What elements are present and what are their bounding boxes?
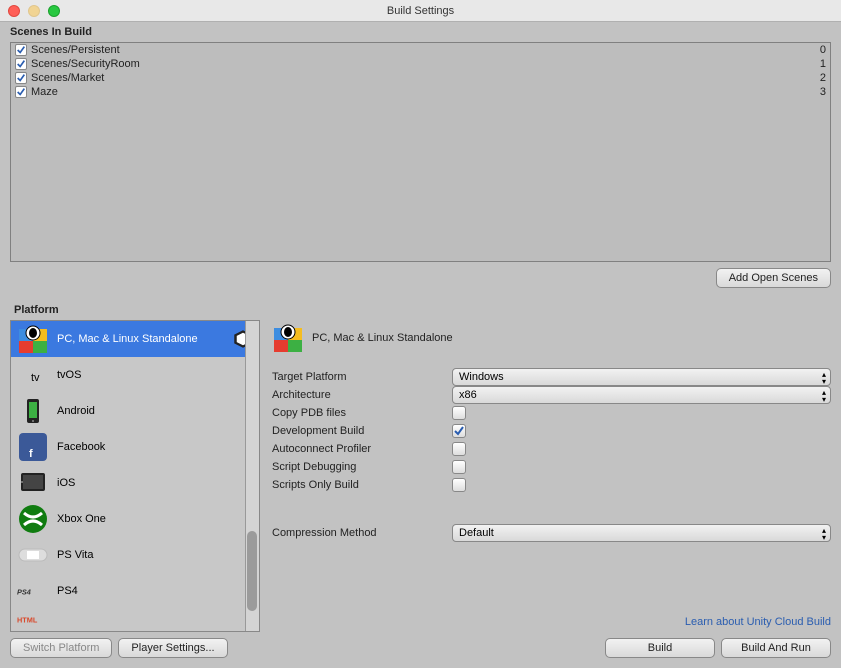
platform-item-ios[interactable]: iOS [11,465,259,501]
minimize-window-icon[interactable] [28,5,40,17]
compression-label: Compression Method [272,527,452,539]
platform-item-android[interactable]: Android [11,393,259,429]
platform-scrollbar[interactable] [245,321,259,631]
platform-item-label: PS4 [57,585,253,597]
svg-text:tv: tv [31,372,40,384]
scene-checkbox[interactable] [15,58,27,70]
scenes-list[interactable]: Scenes/Persistent 0 Scenes/SecurityRoom … [10,42,831,262]
target-platform-value: Windows [459,371,504,383]
platform-item-label: PS Vita [57,549,253,561]
facebook-icon: f [17,431,49,463]
android-icon [17,395,49,427]
platform-item-pcmaclinux[interactable]: PC, Mac & Linux Standalone [11,321,259,357]
compression-select[interactable]: Default ▴▾ [452,524,831,542]
tvos-icon: tv [17,359,49,391]
platform-item-html5[interactable]: HTML [11,609,259,631]
architecture-value: x86 [459,389,477,401]
script-debug-label: Script Debugging [272,461,452,473]
scene-row[interactable]: Scenes/Persistent 0 [11,43,830,57]
target-platform-label: Target Platform [272,371,452,383]
scene-name: Scenes/Market [31,72,820,84]
xboxone-icon [17,503,49,535]
copy-pdb-checkbox[interactable] [452,406,466,420]
platform-item-label: iOS [57,477,253,489]
platform-item-tvos[interactable]: tv tvOS [11,357,259,393]
learn-cloud-build-link[interactable]: Learn about Unity Cloud Build [685,616,831,628]
select-arrow-icon: ▴▾ [822,389,826,403]
script-debug-checkbox[interactable] [452,460,466,474]
svg-text:f: f [29,448,33,460]
platform-details: PC, Mac & Linux Standalone Target Platfo… [272,320,831,632]
ps4-icon: PS4 [17,575,49,607]
bottom-bar: Switch Platform Player Settings... Build… [0,632,841,668]
scene-name: Scenes/SecurityRoom [31,58,820,70]
scene-index: 1 [820,58,826,70]
scene-row[interactable]: Scenes/SecurityRoom 1 [11,57,830,71]
build-and-run-button[interactable]: Build And Run [721,638,831,658]
scene-index: 0 [820,44,826,56]
platform-item-label: Android [57,405,253,417]
autoconnect-checkbox[interactable] [452,442,466,456]
scene-checkbox[interactable] [15,72,27,84]
compression-value: Default [459,527,494,539]
target-platform-select[interactable]: Windows ▴▾ [452,368,831,386]
scene-index: 3 [820,86,826,98]
scene-row[interactable]: Scenes/Market 2 [11,71,830,85]
title-bar: Build Settings [0,0,841,22]
select-arrow-icon: ▴▾ [822,371,826,385]
ios-icon [17,467,49,499]
autoconnect-label: Autoconnect Profiler [272,443,452,455]
architecture-label: Architecture [272,389,452,401]
dev-build-label: Development Build [272,425,452,437]
platform-item-label: Facebook [57,441,253,453]
scene-index: 2 [820,72,826,84]
scene-checkbox[interactable] [15,44,27,56]
scene-name: Maze [31,86,820,98]
maximize-window-icon[interactable] [48,5,60,17]
scenes-in-build-header: Scenes In Build [0,22,841,42]
select-arrow-icon: ▴▾ [822,527,826,541]
platform-detail-icon [272,322,304,354]
platform-item-xboxone[interactable]: Xbox One [11,501,259,537]
dev-build-checkbox[interactable] [452,424,466,438]
add-open-scenes-button[interactable]: Add Open Scenes [716,268,831,288]
platform-detail-title: PC, Mac & Linux Standalone [312,332,453,344]
copy-pdb-label: Copy PDB files [272,407,452,419]
scene-checkbox[interactable] [15,86,27,98]
scene-row[interactable]: Maze 3 [11,85,830,99]
scene-name: Scenes/Persistent [31,44,820,56]
platform-list[interactable]: PC, Mac & Linux Standalone tv tvOS Andro… [10,320,260,632]
svg-text:PS4: PS4 [17,587,31,596]
platform-item-psvita[interactable]: PS Vita [11,537,259,573]
platform-scrollbar-thumb[interactable] [247,531,257,611]
pcmaclinux-icon [17,323,49,355]
architecture-select[interactable]: x86 ▴▾ [452,386,831,404]
platform-item-label: Xbox One [57,513,253,525]
psvita-icon [17,539,49,571]
build-button[interactable]: Build [605,638,715,658]
window-title: Build Settings [387,5,454,17]
svg-text:HTML: HTML [17,616,38,625]
close-window-icon[interactable] [8,5,20,17]
platform-item-label: PC, Mac & Linux Standalone [57,333,225,345]
window-controls [8,5,60,17]
html5-icon: HTML [17,604,49,632]
scripts-only-label: Scripts Only Build [272,479,452,491]
platform-item-facebook[interactable]: f Facebook [11,429,259,465]
scripts-only-checkbox[interactable] [452,478,466,492]
player-settings-button[interactable]: Player Settings... [118,638,227,658]
switch-platform-button[interactable]: Switch Platform [10,638,112,658]
platform-item-label: tvOS [57,369,253,381]
platform-header: Platform [0,300,841,320]
